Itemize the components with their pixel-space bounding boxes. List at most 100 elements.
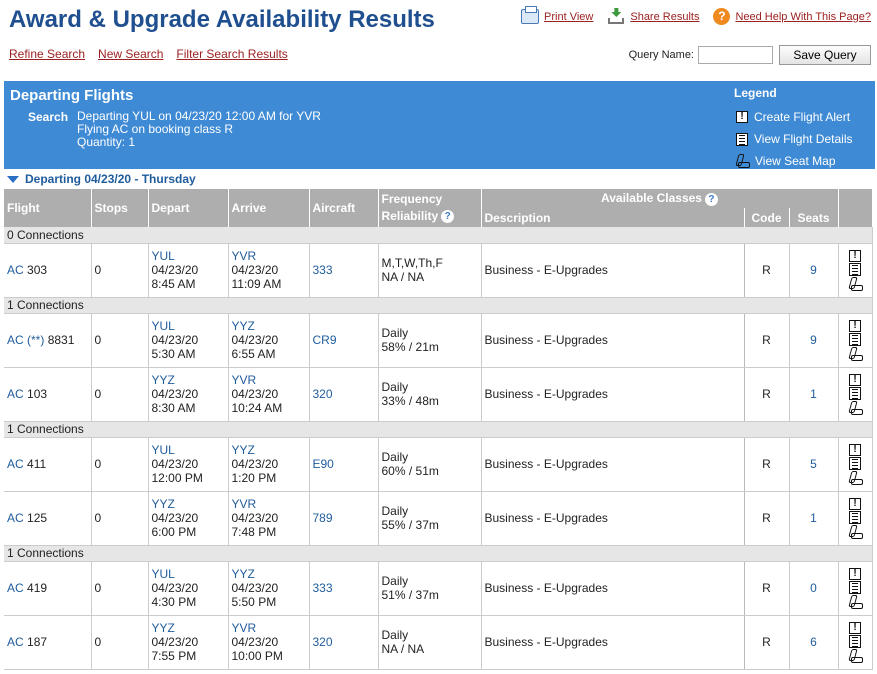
aircraft-link[interactable]: 320: [309, 615, 379, 670]
connection-group-row: 1 Connections: [4, 545, 873, 562]
alert-icon[interactable]: !: [849, 567, 862, 580]
depart-airport[interactable]: YYZ: [152, 373, 225, 387]
airline-link[interactable]: AC: [7, 457, 24, 471]
share-results-label[interactable]: Share Results: [630, 11, 699, 23]
details-icon[interactable]: [849, 332, 862, 346]
seats-count[interactable]: 5: [789, 437, 839, 492]
airline-link[interactable]: AC: [7, 511, 24, 525]
arrive-airport[interactable]: YVR: [232, 621, 306, 635]
depart-date: 04/23/20: [151, 387, 199, 401]
action-icons: !: [838, 615, 873, 670]
aircraft-link[interactable]: 333: [309, 243, 379, 298]
alert-icon[interactable]: !: [849, 443, 862, 456]
arrive-airport[interactable]: YYZ: [232, 319, 306, 333]
aircraft-link[interactable]: 320: [309, 367, 379, 422]
aircraft-link[interactable]: 789: [309, 491, 379, 546]
details-icon[interactable]: [849, 456, 862, 470]
seat-icon[interactable]: [849, 401, 863, 415]
arrive-airport[interactable]: YVR: [232, 373, 306, 387]
depart-airport[interactable]: YUL: [152, 567, 225, 581]
details-icon[interactable]: [849, 386, 862, 400]
alert-icon[interactable]: !: [849, 373, 862, 386]
reliability-value: NA / NA: [381, 642, 425, 656]
help-label[interactable]: Need Help With This Page?: [735, 11, 871, 23]
arrive-airport[interactable]: YVR: [232, 497, 306, 511]
arrive-cell: YVR 04/23/20 10:24 AM: [228, 367, 310, 422]
airline-link[interactable]: AC: [7, 263, 24, 277]
flight-row: AC 419 0 YUL 04/23/20 4:30 PM YYZ 04/23/20 5…: [4, 561, 873, 616]
airline-link[interactable]: AC (**): [7, 333, 44, 347]
search-links: Refine Search New Search Filter Search R…: [9, 47, 288, 61]
seats-count[interactable]: 6: [789, 615, 839, 670]
depart-airport[interactable]: YUL: [152, 443, 225, 457]
depart-date: 04/23/20: [151, 635, 199, 649]
frequency-cell: Daily 51% / 37m: [378, 561, 482, 616]
collapse-triangle-icon[interactable]: [7, 175, 19, 183]
details-icon[interactable]: [849, 634, 862, 648]
arrive-airport[interactable]: YVR: [232, 249, 306, 263]
depart-time: 8:30 AM: [151, 401, 196, 415]
airline-link[interactable]: AC: [7, 387, 24, 401]
depart-airport[interactable]: YYZ: [152, 497, 225, 511]
seats-count[interactable]: 9: [789, 313, 839, 368]
frequency-value: Daily: [381, 326, 409, 340]
alert-icon[interactable]: !: [849, 319, 862, 332]
legend-details-label: View Flight Details: [754, 132, 853, 146]
help-link[interactable]: ? Need Help With This Page?: [713, 8, 871, 25]
seat-icon[interactable]: [849, 347, 863, 361]
alert-icon[interactable]: !: [849, 621, 862, 634]
arrive-airport[interactable]: YYZ: [232, 567, 306, 581]
reliability-value: NA / NA: [381, 270, 425, 284]
seats-count[interactable]: 9: [789, 243, 839, 298]
connection-group-row: 1 Connections: [4, 297, 873, 314]
legend-seatmap-label: View Seat Map: [755, 154, 836, 168]
aircraft-link[interactable]: 333: [309, 561, 379, 616]
aircraft-link[interactable]: CR9: [309, 313, 379, 368]
details-icon[interactable]: [849, 580, 862, 594]
flight-number: 8831: [47, 333, 75, 347]
flight-cell: AC 419: [4, 561, 92, 616]
aircraft-link[interactable]: E90: [309, 437, 379, 492]
seat-icon[interactable]: [849, 649, 863, 663]
seat-icon[interactable]: [849, 277, 863, 291]
refine-search-link[interactable]: Refine Search: [9, 47, 85, 61]
frequency-cell: Daily 55% / 37m: [378, 491, 482, 546]
details-icon[interactable]: [849, 262, 862, 276]
seats-count[interactable]: 0: [789, 561, 839, 616]
alert-icon[interactable]: !: [849, 497, 862, 510]
info-icon[interactable]: ?: [704, 192, 718, 206]
seats-count[interactable]: 1: [789, 367, 839, 422]
class-code: R: [744, 437, 790, 492]
depart-airport[interactable]: YYZ: [152, 621, 225, 635]
class-description: Business - E-Upgrades: [481, 313, 745, 368]
arrive-airport[interactable]: YYZ: [232, 443, 306, 457]
seat-icon[interactable]: [849, 525, 863, 539]
details-icon[interactable]: [849, 510, 862, 524]
filter-results-link[interactable]: Filter Search Results: [176, 47, 287, 61]
frequency-cell: Daily 60% / 51m: [378, 437, 482, 492]
depart-airport[interactable]: YUL: [152, 249, 225, 263]
alert-icon[interactable]: !: [849, 249, 862, 262]
query-name-input[interactable]: [698, 46, 773, 64]
depart-cell: YYZ 04/23/20 8:30 AM: [148, 367, 229, 422]
share-results-link[interactable]: Share Results: [607, 8, 699, 25]
departing-date-header[interactable]: Departing 04/23/20 - Thursday: [7, 172, 196, 186]
col-reliability: Reliability?: [382, 208, 478, 225]
save-query-button[interactable]: Save Query: [779, 45, 871, 65]
airline-link[interactable]: AC: [7, 635, 24, 649]
arrive-date: 04/23/20: [231, 511, 279, 525]
depart-cell: YYZ 04/23/20 7:55 PM: [148, 615, 229, 670]
seat-icon[interactable]: [849, 595, 863, 609]
info-icon[interactable]: ?: [441, 210, 455, 224]
airline-link[interactable]: AC: [7, 581, 24, 595]
arrive-date: 04/23/20: [231, 457, 279, 471]
print-view-label[interactable]: Print View: [544, 11, 593, 23]
action-icons: !: [838, 243, 873, 298]
depart-airport[interactable]: YUL: [152, 319, 225, 333]
seat-icon[interactable]: [849, 471, 863, 485]
seats-count[interactable]: 1: [789, 491, 839, 546]
arrive-cell: YYZ 04/23/20 1:20 PM: [228, 437, 310, 492]
print-view-link[interactable]: Print View: [521, 6, 593, 24]
stops-cell: 0: [91, 243, 149, 298]
new-search-link[interactable]: New Search: [98, 47, 163, 61]
